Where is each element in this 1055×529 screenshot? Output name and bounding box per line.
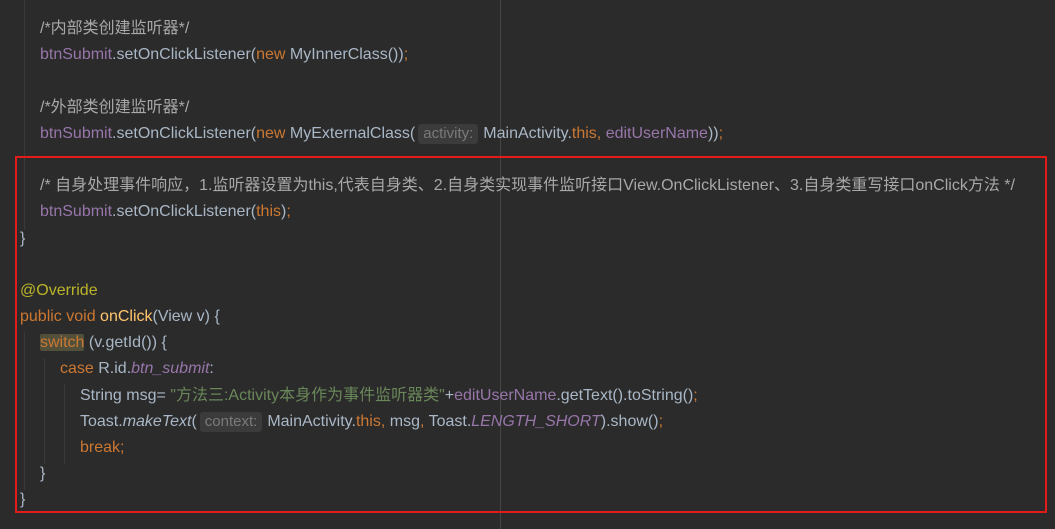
code-token: (v.getId()) { [84, 334, 167, 352]
code-token-keyword: ; [718, 124, 724, 142]
code-token-field: btnSubmit [40, 46, 113, 64]
code-token-keyword: new [256, 124, 286, 142]
code-line[interactable]: @Override [0, 278, 1055, 304]
code-token-keyword: this [355, 412, 381, 430]
code-line[interactable]: btnSubmit.setOnClickListener(new MyInner… [0, 42, 1055, 68]
code-token-field: LENGTH_SHORT [471, 412, 601, 430]
code-token: MyInnerClass()) [285, 46, 404, 64]
code-lines[interactable]: /*内部类创建监听器*/btnSubmit.setOnClickListener… [0, 16, 1055, 514]
code-editor[interactable]: /*内部类创建监听器*/btnSubmit.setOnClickListener… [0, 0, 1055, 529]
code-line[interactable]: /*内部类创建监听器*/ [0, 16, 1055, 42]
code-line[interactable]: Toast.makeText(context: MainActivity.this… [0, 409, 1055, 435]
code-token-keyword: ; [403, 46, 409, 64]
code-line[interactable]: String msg= "方法三:Activity本身作为事件监听器类"+edi… [0, 383, 1055, 409]
code-line[interactable]: } [0, 226, 1055, 252]
code-line[interactable]: case R.id.btn_submit: [0, 356, 1055, 382]
code-token-keyword: case [60, 360, 94, 378]
code-line[interactable]: } [0, 461, 1055, 487]
code-comment: /*内部类创建监听器*/ [40, 20, 190, 37]
code-token-keyword-highlighted: switch [40, 334, 85, 352]
code-token-keyword: this [256, 203, 281, 221]
code-token-keyword: this [571, 124, 597, 142]
code-token-keyword: , [596, 124, 606, 142]
code-token-field: btnSubmit [40, 124, 113, 142]
code-token: MainActivity. [483, 124, 572, 142]
code-comment: /*外部类创建监听器*/ [40, 98, 190, 116]
code-token-keyword: , [380, 412, 390, 430]
code-token: ( [191, 412, 197, 430]
code-token: R.id. [93, 360, 132, 378]
code-token: )) [707, 124, 719, 142]
code-token-field: editUserName [605, 124, 708, 142]
code-token: .setOnClickListener( [112, 46, 257, 64]
code-token: makeText [122, 412, 192, 430]
code-token: .setOnClickListener( [112, 124, 257, 142]
code-token: } [20, 491, 26, 509]
code-token-keyword: ; [286, 203, 291, 221]
code-token: Toast. [428, 412, 472, 430]
code-token-annotation: @Override [20, 281, 98, 299]
code-token: msg [389, 412, 420, 430]
code-line[interactable]: btnSubmit.setOnClickListener(this); [0, 199, 1055, 225]
code-line[interactable]: public void onClick(View v) { [0, 304, 1055, 330]
code-line[interactable]: /* 自身处理事件响应，1.监听器设置为this,代表自身类、2.自身类实现事件… [0, 173, 1055, 199]
code-line[interactable] [0, 147, 1055, 173]
code-line[interactable] [0, 252, 1055, 278]
code-token: String msg= [80, 386, 171, 404]
code-token-keyword: break; [80, 439, 125, 456]
code-token-string: "方法三:Activity本身作为事件监听器类" [170, 386, 445, 404]
code-token: MainActivity. [267, 412, 356, 430]
parameter-hint: context: [199, 411, 263, 432]
parameter-hint: activity: [418, 123, 479, 144]
code-token: .setOnClickListener( [112, 203, 257, 221]
code-token-keyword: public void [20, 308, 101, 326]
code-token: (View v) { [152, 308, 220, 326]
code-line[interactable]: } [0, 487, 1055, 513]
code-line[interactable]: break; [0, 435, 1055, 461]
code-line[interactable] [0, 68, 1055, 94]
code-token: Toast. [80, 412, 123, 430]
code-token-field: editUserName [454, 386, 557, 404]
code-token-keyword: new [256, 46, 286, 64]
code-token-field: btnSubmit [40, 203, 113, 221]
code-token: } [40, 465, 46, 483]
code-line[interactable]: /*外部类创建监听器*/ [0, 95, 1055, 121]
code-token: .getText().toString() [556, 386, 694, 404]
code-token-keyword: ; [693, 386, 698, 404]
code-token: MyExternalClass( [285, 124, 416, 142]
code-token-field: btn_submit [131, 360, 210, 378]
code-token-method: onClick [100, 308, 153, 326]
code-token-keyword: ; [658, 412, 664, 430]
code-line[interactable]: btnSubmit.setOnClickListener(new MyExter… [0, 121, 1055, 147]
code-token-keyword: , [419, 412, 429, 430]
code-token: } [20, 229, 26, 247]
code-token: : [209, 360, 214, 378]
code-token: ).show() [600, 412, 659, 430]
code-line[interactable]: switch (v.getId()) { [0, 330, 1055, 356]
code-token: + [444, 386, 455, 404]
code-comment: /* 自身处理事件响应，1.监听器设置为this,代表自身类、2.自身类实现事件… [40, 177, 1015, 195]
